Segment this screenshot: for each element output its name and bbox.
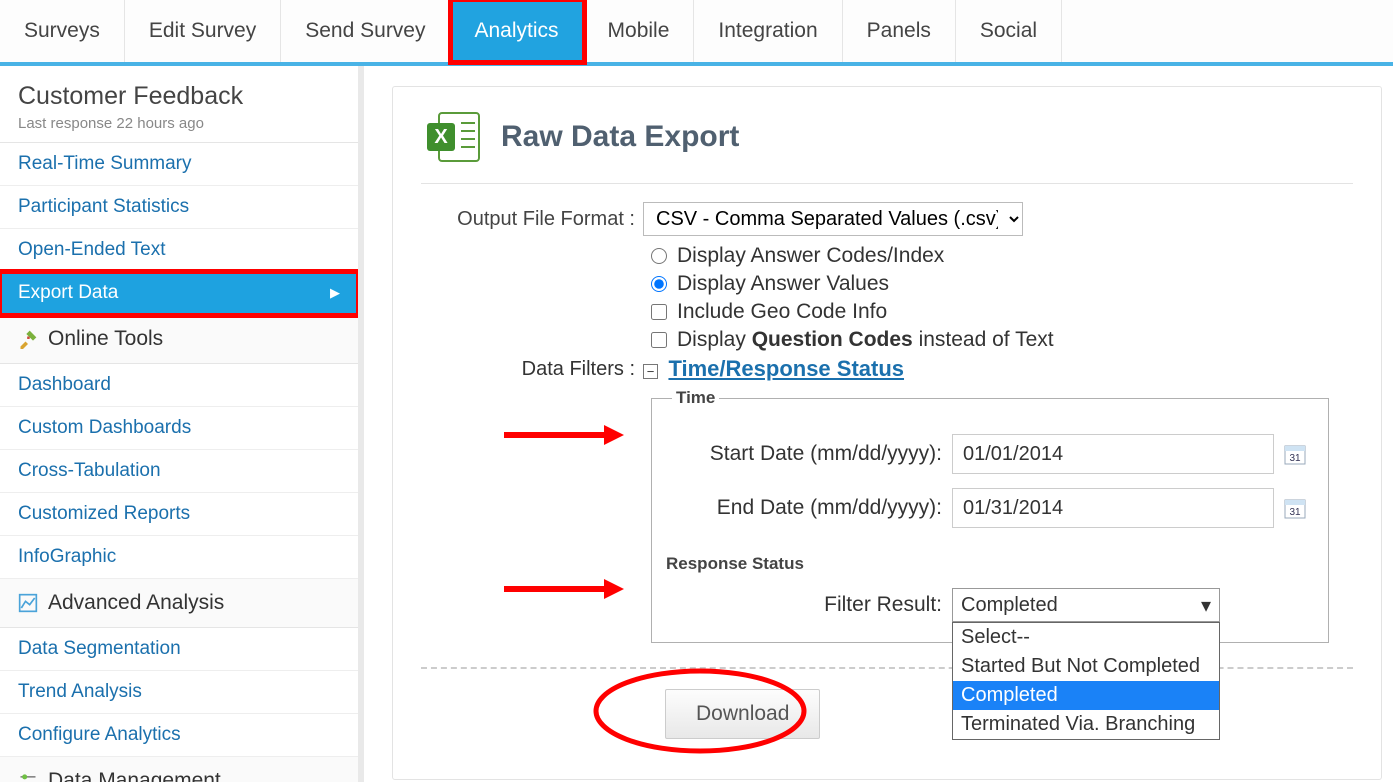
data-filters-label: Data Filters : bbox=[421, 356, 643, 381]
option-completed[interactable]: Completed bbox=[953, 681, 1219, 710]
time-response-fieldset: Time Start Date (mm/dd/yyyy): 31 End Dat… bbox=[651, 388, 1329, 643]
sidebar-item-label: Export Data bbox=[18, 282, 118, 304]
sidebar-section-data-management: Data Management bbox=[0, 757, 358, 782]
legend-time: Time bbox=[672, 388, 719, 408]
radio-answer-codes[interactable]: Display Answer Codes/Index bbox=[651, 244, 1353, 268]
output-format-select[interactable]: CSV - Comma Separated Values (.csv) bbox=[643, 202, 1023, 236]
sidebar-item-custom-dashboards[interactable]: Custom Dashboards bbox=[0, 407, 358, 450]
radio-answer-values[interactable]: Display Answer Values bbox=[651, 272, 1353, 296]
sidebar-item-infographic[interactable]: InfoGraphic bbox=[0, 536, 358, 579]
filter-result-value: Completed bbox=[961, 594, 1058, 617]
radio-answer-values-input[interactable] bbox=[651, 276, 667, 292]
page-title: Raw Data Export bbox=[501, 120, 739, 154]
time-response-status-link[interactable]: Time/Response Status bbox=[668, 356, 904, 381]
tab-analytics[interactable]: Analytics bbox=[451, 0, 584, 62]
last-response-info: Last response 22 hours ago bbox=[18, 115, 340, 132]
option-started-not-completed[interactable]: Started But Not Completed bbox=[953, 652, 1219, 681]
svg-text:31: 31 bbox=[1289, 507, 1301, 518]
section-label: Data Management bbox=[48, 769, 221, 782]
sidebar-item-dashboard[interactable]: Dashboard bbox=[0, 364, 358, 407]
section-label: Advanced Analysis bbox=[48, 591, 224, 615]
excel-icon: X bbox=[421, 105, 485, 169]
section-label: Online Tools bbox=[48, 327, 163, 351]
sidebar-item-export-data[interactable]: Export Data ▶ bbox=[0, 272, 358, 315]
chart-icon bbox=[18, 593, 38, 613]
tab-integration[interactable]: Integration bbox=[694, 0, 842, 62]
radio-label: Display Answer Codes/Index bbox=[677, 244, 944, 268]
check-label: Include Geo Code Info bbox=[677, 300, 887, 324]
sidebar-item-open-ended-text[interactable]: Open-Ended Text bbox=[0, 229, 358, 272]
option-terminated-branching[interactable]: Terminated Via. Branching bbox=[953, 710, 1219, 739]
sidebar-header: Customer Feedback Last response 22 hours… bbox=[0, 66, 358, 143]
radio-label: Display Answer Values bbox=[677, 272, 889, 296]
download-button[interactable]: Download bbox=[665, 689, 820, 739]
option-select[interactable]: Select-- bbox=[953, 623, 1219, 652]
sidebar-item-data-segmentation[interactable]: Data Segmentation bbox=[0, 628, 358, 671]
check-geo-code-input[interactable] bbox=[651, 304, 667, 320]
legend-response-status: Response Status bbox=[662, 554, 808, 574]
check-geo-code[interactable]: Include Geo Code Info bbox=[651, 300, 1353, 324]
sidebar-item-customized-reports[interactable]: Customized Reports bbox=[0, 493, 358, 536]
sidebar-item-participant-stats[interactable]: Participant Statistics bbox=[0, 186, 358, 229]
survey-title: Customer Feedback bbox=[18, 82, 340, 111]
calendar-icon[interactable]: 31 bbox=[1284, 497, 1306, 519]
top-nav: Surveys Edit Survey Send Survey Analytic… bbox=[0, 0, 1393, 66]
start-date-input[interactable] bbox=[952, 434, 1274, 474]
slider-icon bbox=[18, 771, 38, 782]
tab-social[interactable]: Social bbox=[956, 0, 1062, 62]
tools-icon bbox=[18, 329, 38, 349]
sidebar-item-configure-analytics[interactable]: Configure Analytics bbox=[0, 714, 358, 757]
tab-edit-survey[interactable]: Edit Survey bbox=[125, 0, 281, 62]
tab-panels[interactable]: Panels bbox=[843, 0, 956, 62]
chevron-down-icon: ▾ bbox=[1201, 593, 1211, 618]
tab-mobile[interactable]: Mobile bbox=[584, 0, 695, 62]
content-area: X Raw Data Export Output File Format : C… bbox=[364, 66, 1393, 782]
sidebar-item-realtime-summary[interactable]: Real-Time Summary bbox=[0, 143, 358, 186]
check-label: Display Question Codes instead of Text bbox=[677, 328, 1054, 352]
sidebar-section-advanced-analysis: Advanced Analysis bbox=[0, 579, 358, 628]
collapse-icon[interactable]: − bbox=[643, 364, 658, 379]
check-question-codes[interactable]: Display Question Codes instead of Text bbox=[651, 328, 1353, 352]
radio-answer-codes-input[interactable] bbox=[651, 248, 667, 264]
sidebar-section-online-tools: Online Tools bbox=[0, 315, 358, 364]
sidebar: Customer Feedback Last response 22 hours… bbox=[0, 66, 364, 782]
calendar-icon[interactable]: 31 bbox=[1284, 443, 1306, 465]
chevron-right-icon: ▶ bbox=[330, 285, 340, 301]
sidebar-item-cross-tabulation[interactable]: Cross-Tabulation bbox=[0, 450, 358, 493]
filter-result-dropdown: Select-- Started But Not Completed Compl… bbox=[952, 622, 1220, 740]
svg-text:31: 31 bbox=[1289, 453, 1301, 464]
filter-result-select[interactable]: Completed ▾ bbox=[952, 588, 1220, 622]
filter-result-label: Filter Result: bbox=[672, 593, 952, 617]
page-header: X Raw Data Export bbox=[421, 105, 1353, 184]
tab-send-survey[interactable]: Send Survey bbox=[281, 0, 450, 62]
check-question-codes-input[interactable] bbox=[651, 332, 667, 348]
start-date-label: Start Date (mm/dd/yyyy): bbox=[672, 442, 952, 466]
output-format-label: Output File Format : bbox=[421, 208, 643, 231]
end-date-label: End Date (mm/dd/yyyy): bbox=[672, 496, 952, 520]
sidebar-item-trend-analysis[interactable]: Trend Analysis bbox=[0, 671, 358, 714]
svg-text:X: X bbox=[434, 126, 448, 148]
end-date-input[interactable] bbox=[952, 488, 1274, 528]
tab-surveys[interactable]: Surveys bbox=[0, 0, 125, 62]
